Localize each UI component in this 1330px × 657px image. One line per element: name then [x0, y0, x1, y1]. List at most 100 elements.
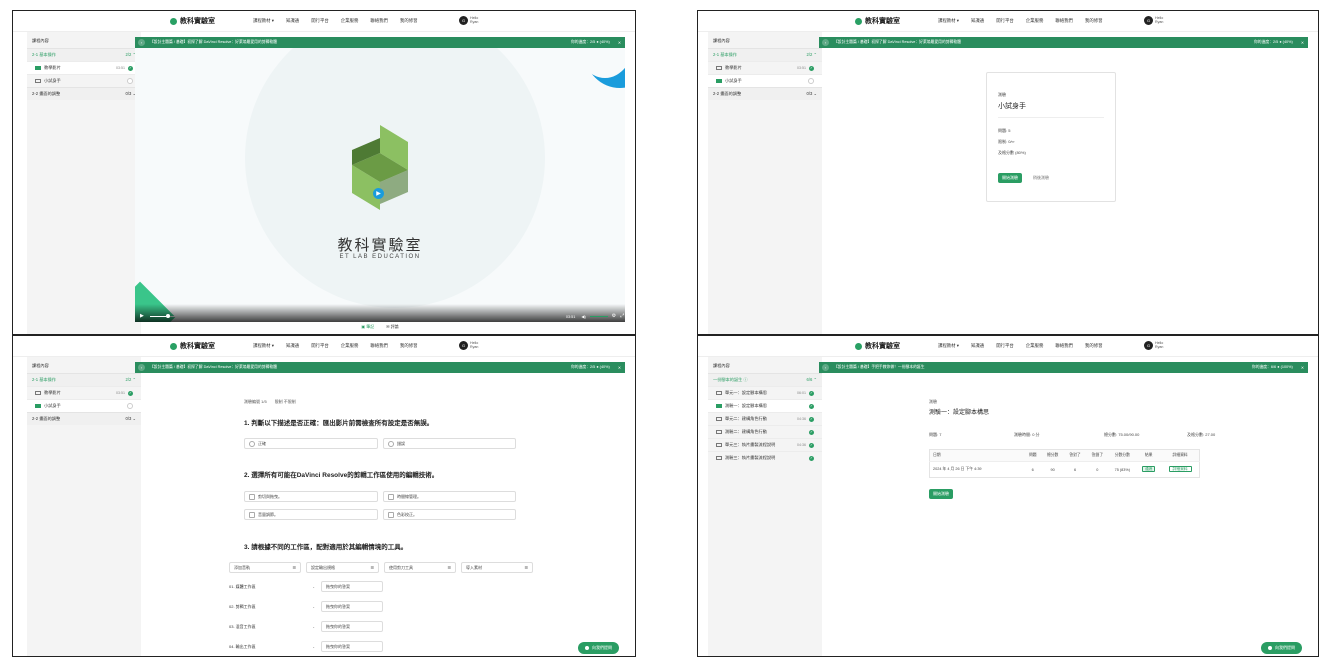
sidebar-section[interactable]: 2-2 畫面的調整 0/3 ⌄ — [27, 87, 141, 100]
fullscreen-icon[interactable]: ⤢ — [620, 313, 624, 319]
drop-zone[interactable]: 拖曳你的答案 — [321, 641, 383, 652]
details-button[interactable]: 詳細資料 — [1168, 466, 1192, 472]
sidebar-item[interactable]: 教學影片 03:51 ✓ — [27, 61, 141, 74]
close-icon[interactable]: ✕ — [618, 40, 621, 45]
avatar[interactable]: G — [459, 16, 468, 25]
sidebar-section[interactable]: 2-2 畫面的調整 0/3 ⌄ — [708, 87, 822, 100]
later-quiz-button[interactable]: 稍後測驗 — [1033, 175, 1049, 181]
back-icon[interactable]: ‹ — [822, 364, 829, 371]
sidebar-item[interactable]: 單元三：執片畫製流程說明 04:36 ✓ — [708, 438, 822, 451]
nav-item[interactable]: 聯絡我們 — [370, 343, 388, 349]
nav-item[interactable]: 企業服務 — [1026, 18, 1044, 24]
close-icon[interactable]: ✕ — [618, 365, 621, 370]
close-icon[interactable]: ✕ — [1301, 365, 1304, 370]
video-player[interactable]: ▶ 教科實驗室 ET LAB EDUCATION ▶ 03:51 ◀) ⚙ ⤢ — [135, 48, 625, 322]
section-count: 2/2 ⌃ — [125, 377, 137, 382]
nav-item[interactable]: 開行平台 — [311, 343, 329, 349]
sidebar-section[interactable]: 一份腳本的誕生 ⓘ 6/6 ⌃ — [708, 373, 822, 386]
sidebar-item[interactable]: 小試身手 — [27, 399, 141, 412]
back-icon[interactable]: ‹ — [138, 364, 145, 371]
nav-item[interactable]: 知識通 — [286, 343, 299, 349]
nav-item[interactable]: 聯絡我們 — [370, 18, 388, 24]
sidebar-section[interactable]: 2-1 基本操作 2/2 ⌃ — [27, 373, 141, 386]
table-cell: 2024 年 4 月 26 日 下午 4:39 — [933, 467, 982, 471]
brand-logo[interactable]: 教科實驗室 — [855, 341, 900, 351]
play-control-icon[interactable]: ▶ — [140, 313, 144, 319]
nav-item[interactable]: 聯絡我們 — [1055, 18, 1073, 24]
nav-item[interactable]: 企業服務 — [1026, 343, 1044, 349]
seek-handle[interactable] — [166, 314, 171, 318]
nav-item[interactable]: 聯絡我們 — [1055, 343, 1073, 349]
sidebar-section[interactable]: 2-1 基本操作 2/2 ⌃ — [708, 48, 822, 61]
table-header: 問題 — [1028, 453, 1037, 457]
nav-item[interactable]: 知識通 — [286, 18, 299, 24]
drop-zone[interactable]: 拖曳你的答案 — [321, 621, 383, 632]
sidebar-item[interactable]: 測驗二：建構角色行動 ✓ — [708, 425, 822, 438]
sidebar-section[interactable]: 2-2 畫面的調整 0/3 ⌄ — [27, 412, 141, 425]
draggable-answer[interactable]: 添加音軌 ☰ — [229, 562, 301, 573]
q2-option[interactable]: 時間線管理。 — [383, 491, 516, 502]
start-quiz-button[interactable]: 開始測驗 — [998, 173, 1022, 183]
q1-option[interactable]: 錯誤 — [383, 438, 516, 449]
avatar[interactable]: G — [1144, 16, 1153, 25]
nav-item[interactable]: 企業服務 — [341, 18, 359, 24]
back-icon[interactable]: ‹ — [822, 39, 829, 46]
tab-notes[interactable]: ▣ 筆記 — [361, 324, 374, 330]
sidebar-title: 課程內容 — [713, 363, 730, 368]
help-button[interactable]: 向我們提問 — [578, 642, 619, 654]
nav-item[interactable]: 開行平台 — [996, 18, 1014, 24]
stat-time: 測驗時間: 0 分 — [1014, 432, 1040, 437]
q1-option[interactable]: 正確 — [244, 438, 378, 449]
drop-zone[interactable]: 拖曳你的答案 — [321, 581, 383, 592]
drop-zone[interactable]: 拖曳你的答案 — [321, 601, 383, 612]
nav-item[interactable]: 知識通 — [971, 18, 984, 24]
section-label: 2-1 基本操作 — [32, 52, 56, 57]
nav-item[interactable]: 課程教材 ▾ — [253, 343, 274, 349]
nav-item[interactable]: 開行平台 — [311, 18, 329, 24]
q2-option[interactable]: 音量調節。 — [244, 509, 378, 520]
close-icon[interactable]: ✕ — [1301, 40, 1304, 45]
sidebar-item[interactable]: 小試身手 — [708, 74, 822, 87]
tab-comments[interactable]: ✉ 評論 — [386, 324, 398, 330]
logo-icon — [170, 17, 177, 25]
sidebar-item[interactable]: 測驗三：執片畫製流程說明 ✓ — [708, 451, 822, 464]
item-label: 單元三：執片畫製流程說明 — [725, 442, 776, 447]
sidebar-item[interactable]: 教學影片 03:51 ✓ — [708, 61, 822, 74]
nav-item[interactable]: 企業服務 — [341, 343, 359, 349]
brand-logo[interactable]: 教科實驗室 — [170, 341, 215, 351]
avatar[interactable]: G — [459, 341, 468, 350]
settings-icon[interactable]: ⚙ — [612, 313, 616, 319]
sidebar-item[interactable]: 測驗一：設定腳本構思 ✓ — [708, 399, 822, 412]
sidebar-item[interactable]: 小試身手 — [27, 74, 141, 87]
nav-item[interactable]: 我的修習 — [1085, 343, 1103, 349]
draggable-answer[interactable]: 導入素材 ☰ — [461, 562, 533, 573]
sidebar-item[interactable]: 教學影片 03:51 ✓ — [27, 386, 141, 399]
volume-slider[interactable] — [589, 315, 608, 317]
volume-icon[interactable]: ◀) — [581, 314, 585, 319]
play-icon[interactable]: ▶ — [373, 188, 384, 199]
match-row-label: 03. 混音工作區 — [229, 624, 256, 629]
q2-option[interactable]: 剪切與拖曳。 — [244, 491, 378, 502]
avatar[interactable]: G — [1144, 341, 1153, 350]
start-quiz-button[interactable]: 開始測驗 — [929, 489, 953, 499]
sidebar-item[interactable]: 單元二：建構角色行動 04:36 ✓ — [708, 412, 822, 425]
sidebar-item[interactable]: 單元一：設定腳本構思 06:01 ✓ — [708, 386, 822, 399]
draggable-answer[interactable]: 使用剪刀工具 ☰ — [384, 562, 456, 573]
nav-item[interactable]: 開行平台 — [996, 343, 1014, 349]
draggable-answer[interactable]: 設定輸出規格 ☰ — [306, 562, 379, 573]
nav-item[interactable]: 課程教材 ▾ — [253, 18, 274, 24]
nav-item[interactable]: 知識通 — [971, 343, 984, 349]
nav-item[interactable]: 我的修習 — [1085, 18, 1103, 24]
brand-logo[interactable]: 教科實驗室 — [855, 16, 900, 26]
back-icon[interactable]: ‹ — [138, 39, 145, 46]
nav-item[interactable]: 我的修習 — [400, 343, 418, 349]
nav-item[interactable]: 課程教材 ▾ — [938, 343, 959, 349]
brand-logo[interactable]: 教科實驗室 — [170, 16, 215, 26]
help-button[interactable]: 向我們提問 — [1261, 642, 1302, 654]
nav-item[interactable]: 我的修習 — [400, 18, 418, 24]
nav-item[interactable]: 課程教材 ▾ — [938, 18, 959, 24]
sidebar-section[interactable]: 2-1 基本操作 2/2 ⌃ — [27, 48, 141, 61]
seek-bar[interactable] — [149, 314, 560, 318]
item-time: 03:51 — [116, 66, 125, 70]
q2-option[interactable]: 色彩校正。 — [383, 509, 516, 520]
